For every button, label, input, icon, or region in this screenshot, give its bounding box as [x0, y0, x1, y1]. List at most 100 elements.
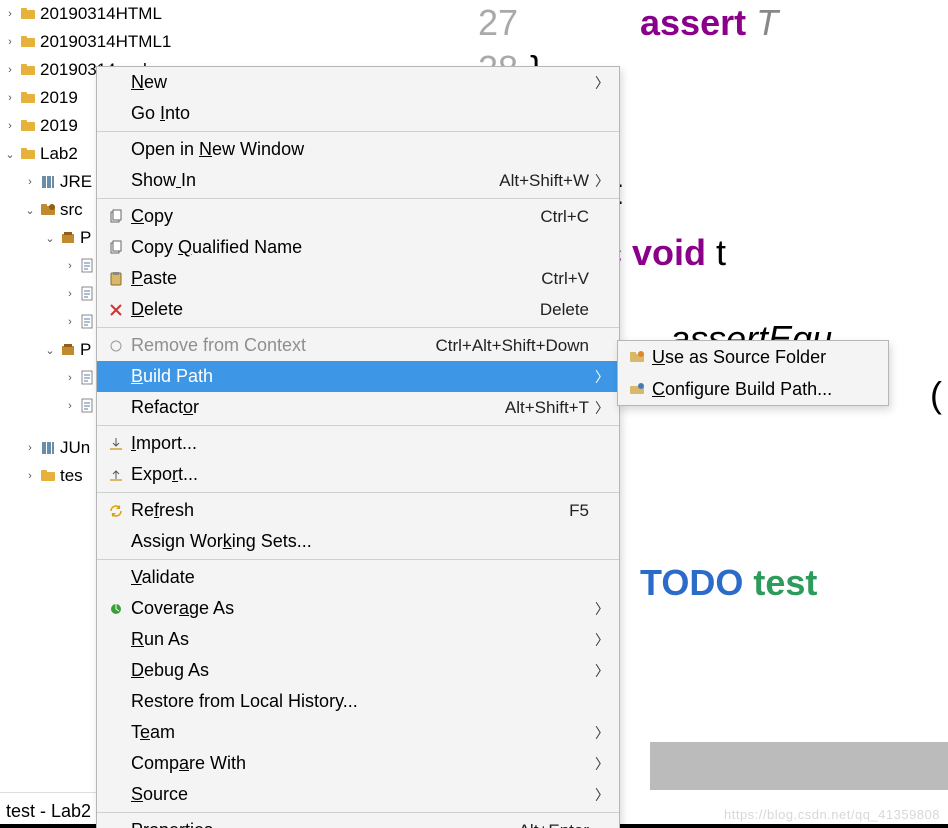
menu-separator [97, 198, 619, 199]
menu-label: Configure Build Path... [652, 379, 832, 400]
menu-item-copy-qualified-name[interactable]: Copy Qualified Name [97, 232, 619, 263]
expand-icon[interactable]: ⌄ [42, 344, 58, 357]
expand-icon[interactable]: › [22, 176, 38, 188]
expand-icon[interactable]: › [62, 372, 78, 384]
menu-item-new[interactable]: New〉 [97, 67, 619, 98]
expand-icon[interactable]: ⌄ [2, 148, 18, 161]
expand-icon[interactable]: › [62, 316, 78, 328]
menu-label: Open in New Window [131, 139, 304, 160]
expand-icon[interactable]: ⌄ [22, 204, 38, 217]
copy-icon [101, 209, 131, 225]
menu-label: Copy Qualified Name [131, 237, 302, 258]
menu-label: Restore from Local History... [131, 691, 358, 712]
menu-label: Refactor [131, 397, 199, 418]
submenu-arrow-icon: 〉 [591, 171, 609, 191]
menu-item-compare-with[interactable]: Compare With〉 [97, 748, 619, 779]
menu-label: Source [131, 784, 188, 805]
menu-label: Refresh [131, 500, 194, 521]
tree-label: P [78, 228, 91, 248]
menu-item-assign-working-sets[interactable]: Assign Working Sets... [97, 526, 619, 557]
menu-separator [97, 812, 619, 813]
menu-item-team[interactable]: Team〉 [97, 717, 619, 748]
menu-separator [97, 425, 619, 426]
menu-shortcut: Ctrl+Alt+Shift+Down [435, 336, 591, 356]
expand-icon[interactable]: › [2, 92, 18, 104]
ctx-icon [101, 338, 131, 354]
tree-label: 20190314HTML [38, 4, 162, 24]
menu-item-show-in[interactable]: Show In Alt+Shift+W〉 [97, 165, 619, 196]
java-icon [78, 398, 98, 414]
menu-separator [97, 131, 619, 132]
menu-item-import[interactable]: Import... [97, 428, 619, 459]
java-icon [78, 314, 98, 330]
menu-label: Debug As [131, 660, 209, 681]
expand-icon[interactable]: › [2, 36, 18, 48]
menu-label: Team [131, 722, 175, 743]
menu-label: Copy [131, 206, 173, 227]
menu-label: Go Into [131, 103, 190, 124]
menu-label: Validate [131, 567, 195, 588]
menu-label: Paste [131, 268, 177, 289]
expand-icon[interactable]: ⌄ [42, 232, 58, 245]
pkgicon-icon [58, 230, 78, 246]
expand-icon[interactable]: › [62, 288, 78, 300]
menu-separator [97, 559, 619, 560]
expand-icon[interactable]: › [62, 260, 78, 272]
pkgicon-icon [58, 342, 78, 358]
menu-item-use-as-source-folder[interactable]: Use as Source Folder [618, 341, 888, 373]
tree-label: src [58, 200, 83, 220]
menu-item-debug-as[interactable]: Debug As〉 [97, 655, 619, 686]
menu-item-refactor[interactable]: RefactorAlt+Shift+T〉 [97, 392, 619, 423]
expand-icon[interactable]: › [22, 442, 38, 454]
menu-item-remove-from-context: Remove from ContextCtrl+Alt+Shift+Down [97, 330, 619, 361]
menu-separator [97, 492, 619, 493]
submenu-arrow-icon: 〉 [591, 754, 609, 774]
expand-icon[interactable]: › [2, 120, 18, 132]
menu-item-copy[interactable]: CopyCtrl+C [97, 201, 619, 232]
expand-icon[interactable]: › [62, 400, 78, 412]
menu-item-build-path[interactable]: Build Path〉 [97, 361, 619, 392]
java-icon [78, 370, 98, 386]
tree-label: Lab2 [38, 144, 78, 164]
menu-item-validate[interactable]: Validate [97, 562, 619, 593]
cfg-icon [622, 381, 652, 397]
menu-label: Import... [131, 433, 197, 454]
expand-icon[interactable]: › [22, 470, 38, 482]
build-path-submenu[interactable]: Use as Source Folder Configure Build Path… [617, 340, 889, 406]
menu-item-run-as[interactable]: Run As〉 [97, 624, 619, 655]
tree-item[interactable]: ›20190314HTML1 [0, 28, 440, 56]
code-fragment: ( [930, 372, 942, 418]
menu-item-coverage-as[interactable]: Coverage As〉 [97, 593, 619, 624]
menu-item-restore-from-local-history[interactable]: Restore from Local History... [97, 686, 619, 717]
code-fragment: T [746, 2, 778, 43]
menu-item-open-in-new-window[interactable]: Open in New Window [97, 134, 619, 165]
expand-icon[interactable]: › [2, 64, 18, 76]
menu-item-export[interactable]: Export... [97, 459, 619, 490]
expand-icon[interactable]: › [2, 8, 18, 20]
menu-label: Build Path [131, 366, 213, 387]
context-menu[interactable]: New〉 Go Into Open in New Window Show In Alt+… [96, 66, 620, 828]
menu-label: Coverage As [131, 598, 234, 619]
menu-label: Delete [131, 299, 183, 320]
menu-item-configure-build-path[interactable]: Configure Build Path... [618, 373, 888, 405]
menu-label: Assign Working Sets... [131, 531, 312, 552]
menu-item-source[interactable]: Source〉 [97, 779, 619, 810]
editor-minimap [650, 742, 948, 790]
srcfolder-icon [622, 349, 652, 365]
java-icon [78, 258, 98, 274]
code-fragment: void [632, 232, 706, 273]
refresh-icon [101, 503, 131, 519]
tree-label: 2019 [38, 88, 78, 108]
menu-item-properties[interactable]: PropertiesAlt+Enter [97, 815, 619, 828]
menu-item-refresh[interactable]: RefreshF5 [97, 495, 619, 526]
pkg-icon [18, 6, 38, 22]
menu-item-go-into[interactable]: Go Into [97, 98, 619, 129]
code-fragment: t [706, 232, 726, 273]
tree-label: JUn [58, 438, 90, 458]
menu-label: Show In [131, 170, 196, 191]
menu-shortcut: Alt+Shift+W [499, 171, 591, 191]
menu-item-delete[interactable]: DeleteDelete [97, 294, 619, 325]
cov-icon [101, 601, 131, 617]
tree-item[interactable]: › 20190314HTML [0, 0, 440, 28]
menu-item-paste[interactable]: PasteCtrl+V [97, 263, 619, 294]
